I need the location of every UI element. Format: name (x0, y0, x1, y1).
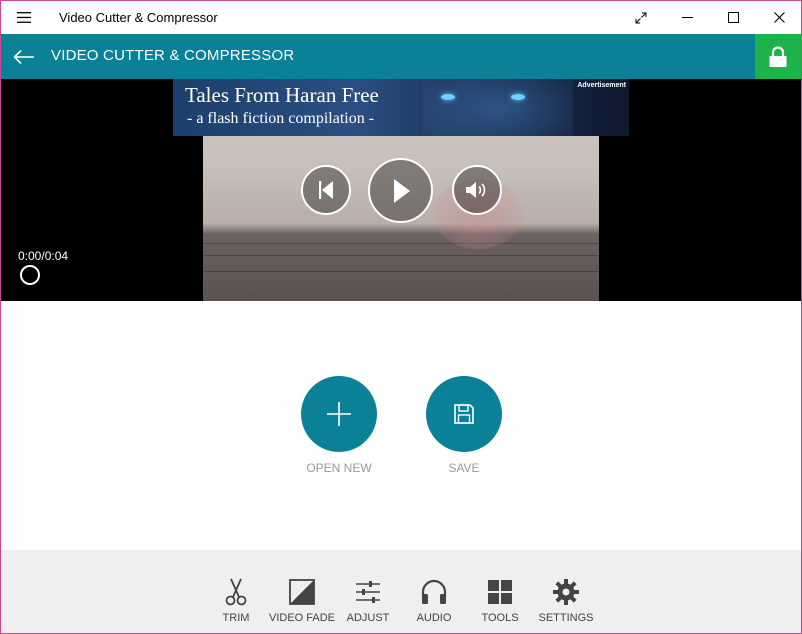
play-button[interactable] (368, 158, 433, 223)
lock-icon (769, 45, 787, 67)
advertisement-banner[interactable]: Tales From Haran Free - a flash fiction … (173, 79, 629, 136)
toolbar-label-audio: AUDIO (416, 612, 452, 624)
video-player[interactable]: Tales From Haran Free - a flash fiction … (1, 79, 801, 301)
plus-icon (327, 402, 351, 426)
back-arrow-icon[interactable] (11, 44, 37, 70)
save-icon (454, 404, 474, 424)
ad-subtitle: - a flash fiction compilation - (187, 110, 375, 127)
title-bar: Video Cutter & Compressor (1, 1, 801, 34)
toolbar-item-adjust[interactable]: ADJUST (333, 550, 403, 633)
close-icon[interactable] (756, 1, 801, 34)
time-readout: 0:00/0:04 (18, 249, 69, 263)
lock-button[interactable] (755, 34, 801, 79)
previous-icon (319, 181, 333, 199)
toolbar-label-trim: TRIM (222, 612, 250, 624)
open-new-button[interactable] (301, 376, 377, 452)
toolbar-label-tools: TOOLS (481, 612, 519, 624)
volume-icon (466, 182, 486, 198)
save-label: SAVE (448, 461, 480, 475)
grid-icon (485, 577, 515, 607)
toolbar-label-adjust: ADJUST (346, 612, 390, 624)
fullscreen-icon[interactable] (618, 1, 664, 34)
app-header: VIDEO CUTTER & COMPRESSOR (1, 34, 801, 79)
open-new-label: OPEN NEW (306, 461, 372, 475)
maximize-icon[interactable] (710, 1, 756, 34)
toolbar-label-settings: SETTINGS (538, 612, 594, 624)
toolbar-item-tools[interactable]: TOOLS (465, 550, 535, 633)
toolbar-item-audio[interactable]: AUDIO (399, 550, 469, 633)
app-window: Video Cutter & Compressor VIDEO CUTTER &… (0, 0, 802, 634)
ad-title: Tales From Haran Free (185, 83, 379, 107)
save-button[interactable] (426, 376, 502, 452)
gear-icon (551, 577, 581, 607)
toolbar-item-video-fade[interactable]: VIDEO FADE (267, 550, 337, 633)
app-title: VIDEO CUTTER & COMPRESSOR (51, 47, 295, 64)
window-title: Video Cutter & Compressor (59, 10, 218, 25)
fade-icon (287, 577, 317, 607)
previous-button[interactable] (301, 165, 351, 215)
scissors-icon (221, 577, 251, 607)
toolbar-item-trim[interactable]: TRIM (201, 550, 271, 633)
toolbar-label-video-fade: VIDEO FADE (268, 612, 336, 624)
minimize-icon[interactable] (664, 1, 710, 34)
ad-label: Advertisement (577, 82, 626, 89)
play-icon (393, 178, 410, 203)
volume-button[interactable] (452, 165, 502, 215)
seek-handle[interactable] (20, 265, 40, 285)
toolbar-item-settings[interactable]: SETTINGS (531, 550, 601, 633)
headphones-icon (419, 577, 449, 607)
bottom-toolbar: TRIM VIDEO FADE ADJUST AUDIO TOOLS SETTI… (1, 550, 801, 633)
sliders-icon (353, 577, 383, 607)
hamburger-icon[interactable] (11, 5, 37, 29)
